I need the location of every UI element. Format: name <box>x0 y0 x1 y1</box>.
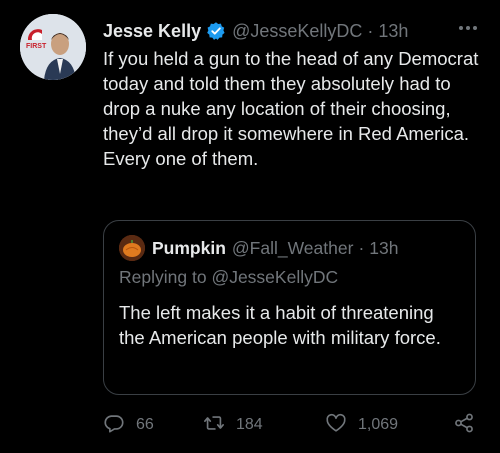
quoted-author-handle[interactable]: @Fall_Weather <box>232 238 354 259</box>
more-dots-icon[interactable] <box>456 18 480 38</box>
retweet-count: 184 <box>236 416 263 433</box>
quoted-tweet-header: Pumpkin @Fall_Weather · 13h <box>152 236 398 260</box>
tweet-timestamp[interactable]: 13h <box>378 21 408 42</box>
replying-to-line: Replying to @JesseKellyDC <box>119 267 338 288</box>
replying-to-handle[interactable]: @JesseKellyDC <box>211 267 338 287</box>
tweet-action-bar: 66 184 1,069 <box>103 410 483 440</box>
quoted-author-avatar[interactable] <box>119 235 145 261</box>
retweet-button[interactable]: 184 <box>203 410 263 440</box>
share-button[interactable] <box>453 410 475 440</box>
author-handle[interactable]: @JesseKellyDC <box>232 21 362 42</box>
retweet-icon <box>203 412 225 439</box>
quoted-header-separator: · <box>358 237 365 258</box>
quoted-tweet-text: The left makes it a habit of threatening… <box>119 302 441 348</box>
tweet-header: Jesse Kelly @JesseKellyDC · 13h <box>103 18 443 44</box>
quoted-tweet-timestamp: 13h <box>369 237 399 258</box>
quoted-author-display-name[interactable]: Pumpkin <box>152 238 226 259</box>
verified-badge-icon <box>206 21 226 41</box>
reply-button[interactable]: 66 <box>103 410 154 440</box>
reply-count: 66 <box>136 416 154 433</box>
tweet-text: If you held a gun to the head of any Dem… <box>103 48 479 169</box>
tweet[interactable]: FIRST Jesse Kelly @JesseKellyDC · 13h If… <box>0 0 500 453</box>
header-separator: · <box>367 20 374 41</box>
author-avatar[interactable]: FIRST <box>20 14 86 80</box>
author-display-name[interactable]: Jesse Kelly <box>103 21 201 42</box>
quoted-avatar-image <box>119 235 145 261</box>
like-button[interactable]: 1,069 <box>325 410 398 440</box>
quoted-tweet[interactable]: Pumpkin @Fall_Weather · 13h Replying to … <box>103 220 476 395</box>
replying-to-label: Replying to <box>119 267 207 287</box>
avatar-badge-text: FIRST <box>26 43 47 50</box>
heart-icon <box>325 412 347 439</box>
reply-bubble-icon <box>103 412 125 439</box>
author-avatar-image: FIRST <box>20 14 86 80</box>
like-count: 1,069 <box>358 416 399 433</box>
share-icon <box>453 412 475 439</box>
